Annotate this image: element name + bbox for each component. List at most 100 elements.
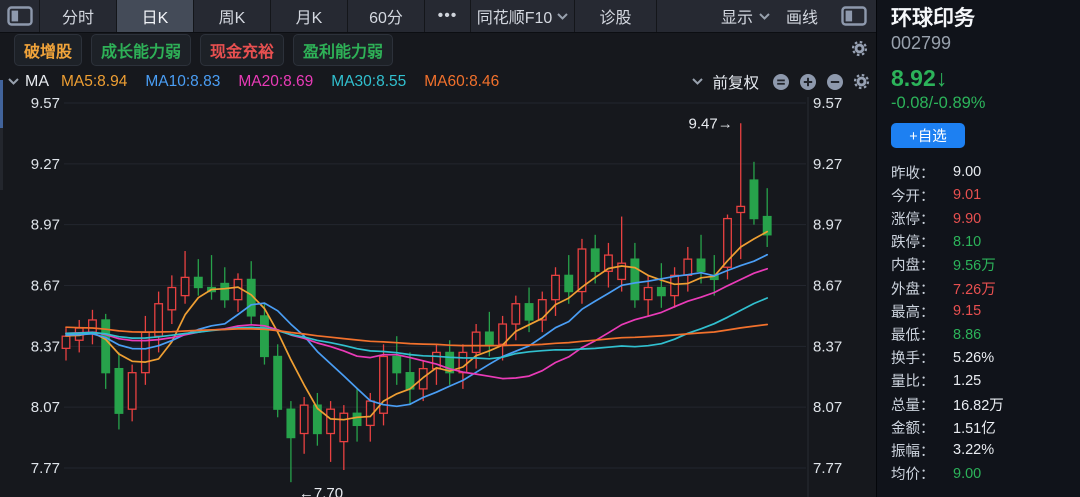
kline-chart[interactable]: 9.579.579.279.278.978.978.678.678.378.37… bbox=[0, 97, 876, 497]
draw-line-button[interactable]: 画线 bbox=[778, 0, 832, 32]
stat-label: 内盘 bbox=[891, 254, 953, 275]
candle bbox=[671, 275, 679, 295]
y-axis-label-right: 9.57 bbox=[813, 97, 842, 112]
candle bbox=[525, 304, 533, 320]
candle bbox=[102, 320, 110, 373]
zoom-in-icon[interactable] bbox=[799, 73, 817, 91]
chart-toolbar: 分时日K周K月K60分 ••• 同花顺F10 诊股 显示 画线 bbox=[0, 0, 876, 33]
candle bbox=[658, 288, 666, 296]
ma-legend-item[interactable]: MA10:8.83 bbox=[145, 73, 220, 91]
tab-item[interactable]: 月K bbox=[271, 0, 348, 32]
candle bbox=[591, 249, 599, 271]
chart-settings-gear-icon[interactable] bbox=[853, 73, 870, 90]
y-axis-label-left: 8.67 bbox=[31, 277, 60, 294]
reset-zoom-icon[interactable] bbox=[772, 73, 790, 91]
stat-label: 总量 bbox=[891, 394, 953, 415]
chevron-down-icon[interactable] bbox=[692, 78, 703, 85]
stat-value: 9.56万 bbox=[953, 254, 996, 275]
tags-settings-gear-icon[interactable] bbox=[851, 40, 868, 62]
candle bbox=[631, 259, 639, 300]
stock-tag[interactable]: 盈利能力弱 bbox=[293, 34, 393, 66]
candle bbox=[552, 275, 560, 299]
stat-value: 9.01 bbox=[953, 187, 981, 203]
stat-value: 3.22% bbox=[953, 442, 994, 458]
tab-item[interactable]: 周K bbox=[194, 0, 271, 32]
layout-toggle-right-button[interactable] bbox=[832, 0, 876, 32]
candle bbox=[62, 336, 70, 348]
display-label: 显示 bbox=[721, 4, 753, 28]
price-value: 8.92 bbox=[891, 65, 936, 91]
candle bbox=[512, 304, 520, 324]
price-change: -0.08/-0.89% bbox=[891, 94, 1070, 113]
stat-value: 1.51亿 bbox=[953, 417, 996, 438]
stat-label: 金额 bbox=[891, 417, 953, 438]
stock-tag[interactable]: 成长能力弱 bbox=[91, 34, 191, 66]
toolbar-tabs: 分时日K周K月K60分 bbox=[40, 0, 425, 32]
tab-item[interactable]: 日K bbox=[117, 0, 194, 32]
kline-plot-area: 9.579.579.279.278.978.978.678.678.378.37… bbox=[0, 97, 876, 497]
ma-legend-item[interactable]: MA30:8.55 bbox=[331, 73, 406, 91]
diagnose-stock-button[interactable]: 诊股 bbox=[575, 0, 657, 32]
stat-value: 9.15 bbox=[953, 303, 981, 319]
chevron-down-icon[interactable] bbox=[8, 78, 19, 85]
tab-item[interactable]: 60分 bbox=[348, 0, 425, 32]
candle bbox=[221, 283, 229, 299]
stat-value: 8.86 bbox=[953, 327, 981, 343]
candle bbox=[459, 352, 467, 372]
stat-row: 总量 16.82万 bbox=[891, 393, 1070, 416]
display-menu-button[interactable]: 显示 bbox=[713, 0, 778, 32]
ma-legend-item[interactable]: MA60:8.46 bbox=[424, 73, 499, 91]
ma-legend-item[interactable]: MA5:8.94 bbox=[61, 73, 127, 91]
candle bbox=[750, 180, 758, 219]
zoom-out-icon[interactable] bbox=[826, 73, 844, 91]
candle bbox=[644, 288, 652, 300]
stat-value: 9.00 bbox=[953, 466, 981, 482]
ma-legend-item[interactable]: MA20:8.69 bbox=[238, 73, 313, 91]
chart-region: 分时日K周K月K60分 ••• 同花顺F10 诊股 显示 画线 bbox=[0, 0, 876, 497]
candle bbox=[565, 275, 573, 291]
stat-row: 最低 8.86 bbox=[891, 323, 1070, 346]
panel-layout-icon bbox=[7, 6, 33, 26]
layout-toggle-left-button[interactable] bbox=[0, 0, 40, 32]
stat-row: 昨收 9.00 bbox=[891, 161, 1070, 184]
candle bbox=[327, 409, 335, 433]
stat-label: 最低 bbox=[891, 324, 953, 345]
stock-tag[interactable]: 破增股 bbox=[14, 34, 82, 66]
left-scroll-indicator[interactable] bbox=[0, 80, 3, 128]
stat-row: 涨停 9.90 bbox=[891, 207, 1070, 230]
stat-value: 8.10 bbox=[953, 234, 981, 250]
adjust-mode-selector[interactable]: 前复权 bbox=[712, 71, 759, 93]
stat-row: 内盘 9.56万 bbox=[891, 253, 1070, 276]
more-tabs-button[interactable]: ••• bbox=[425, 0, 471, 32]
f10-menu-button[interactable]: 同花顺F10 bbox=[471, 0, 575, 32]
stat-row: 换手 5.26% bbox=[891, 346, 1070, 369]
candle bbox=[115, 369, 123, 414]
y-axis-label-right: 9.27 bbox=[813, 156, 842, 173]
y-axis-label-left: 9.57 bbox=[31, 97, 60, 112]
candle bbox=[340, 413, 348, 441]
candle bbox=[274, 356, 282, 409]
indicator-name[interactable]: MA bbox=[25, 73, 49, 91]
candle bbox=[261, 316, 269, 357]
stat-label: 外盘 bbox=[891, 278, 953, 299]
candle bbox=[195, 277, 203, 287]
f10-label: 同花顺F10 bbox=[477, 4, 553, 28]
indicator-bar: MA MA5:8.94 MA10:8.83 MA20:8.69 MA30:8.55 MA… bbox=[0, 66, 876, 97]
y-axis-label-right: 8.97 bbox=[813, 217, 842, 234]
chevron-down-icon bbox=[557, 13, 568, 20]
stat-row: 跌停 8.10 bbox=[891, 230, 1070, 253]
stat-value: 7.26万 bbox=[953, 278, 996, 299]
stock-tag[interactable]: 现金充裕 bbox=[200, 34, 284, 66]
candle bbox=[128, 373, 136, 409]
candle bbox=[393, 356, 401, 372]
y-axis-label-left: 8.37 bbox=[31, 338, 60, 355]
price-annotation: 9.47→ bbox=[689, 115, 733, 132]
stat-value: 9.00 bbox=[953, 164, 981, 180]
stock-code: 002799 bbox=[891, 32, 1070, 55]
stat-value: 5.26% bbox=[953, 350, 994, 366]
stat-value: 9.90 bbox=[953, 211, 981, 227]
tab-item[interactable]: 分时 bbox=[40, 0, 117, 32]
stat-row: 量比 1.25 bbox=[891, 369, 1070, 392]
add-watchlist-button[interactable]: +自选 bbox=[891, 123, 965, 148]
draw-label: 画线 bbox=[786, 4, 818, 28]
